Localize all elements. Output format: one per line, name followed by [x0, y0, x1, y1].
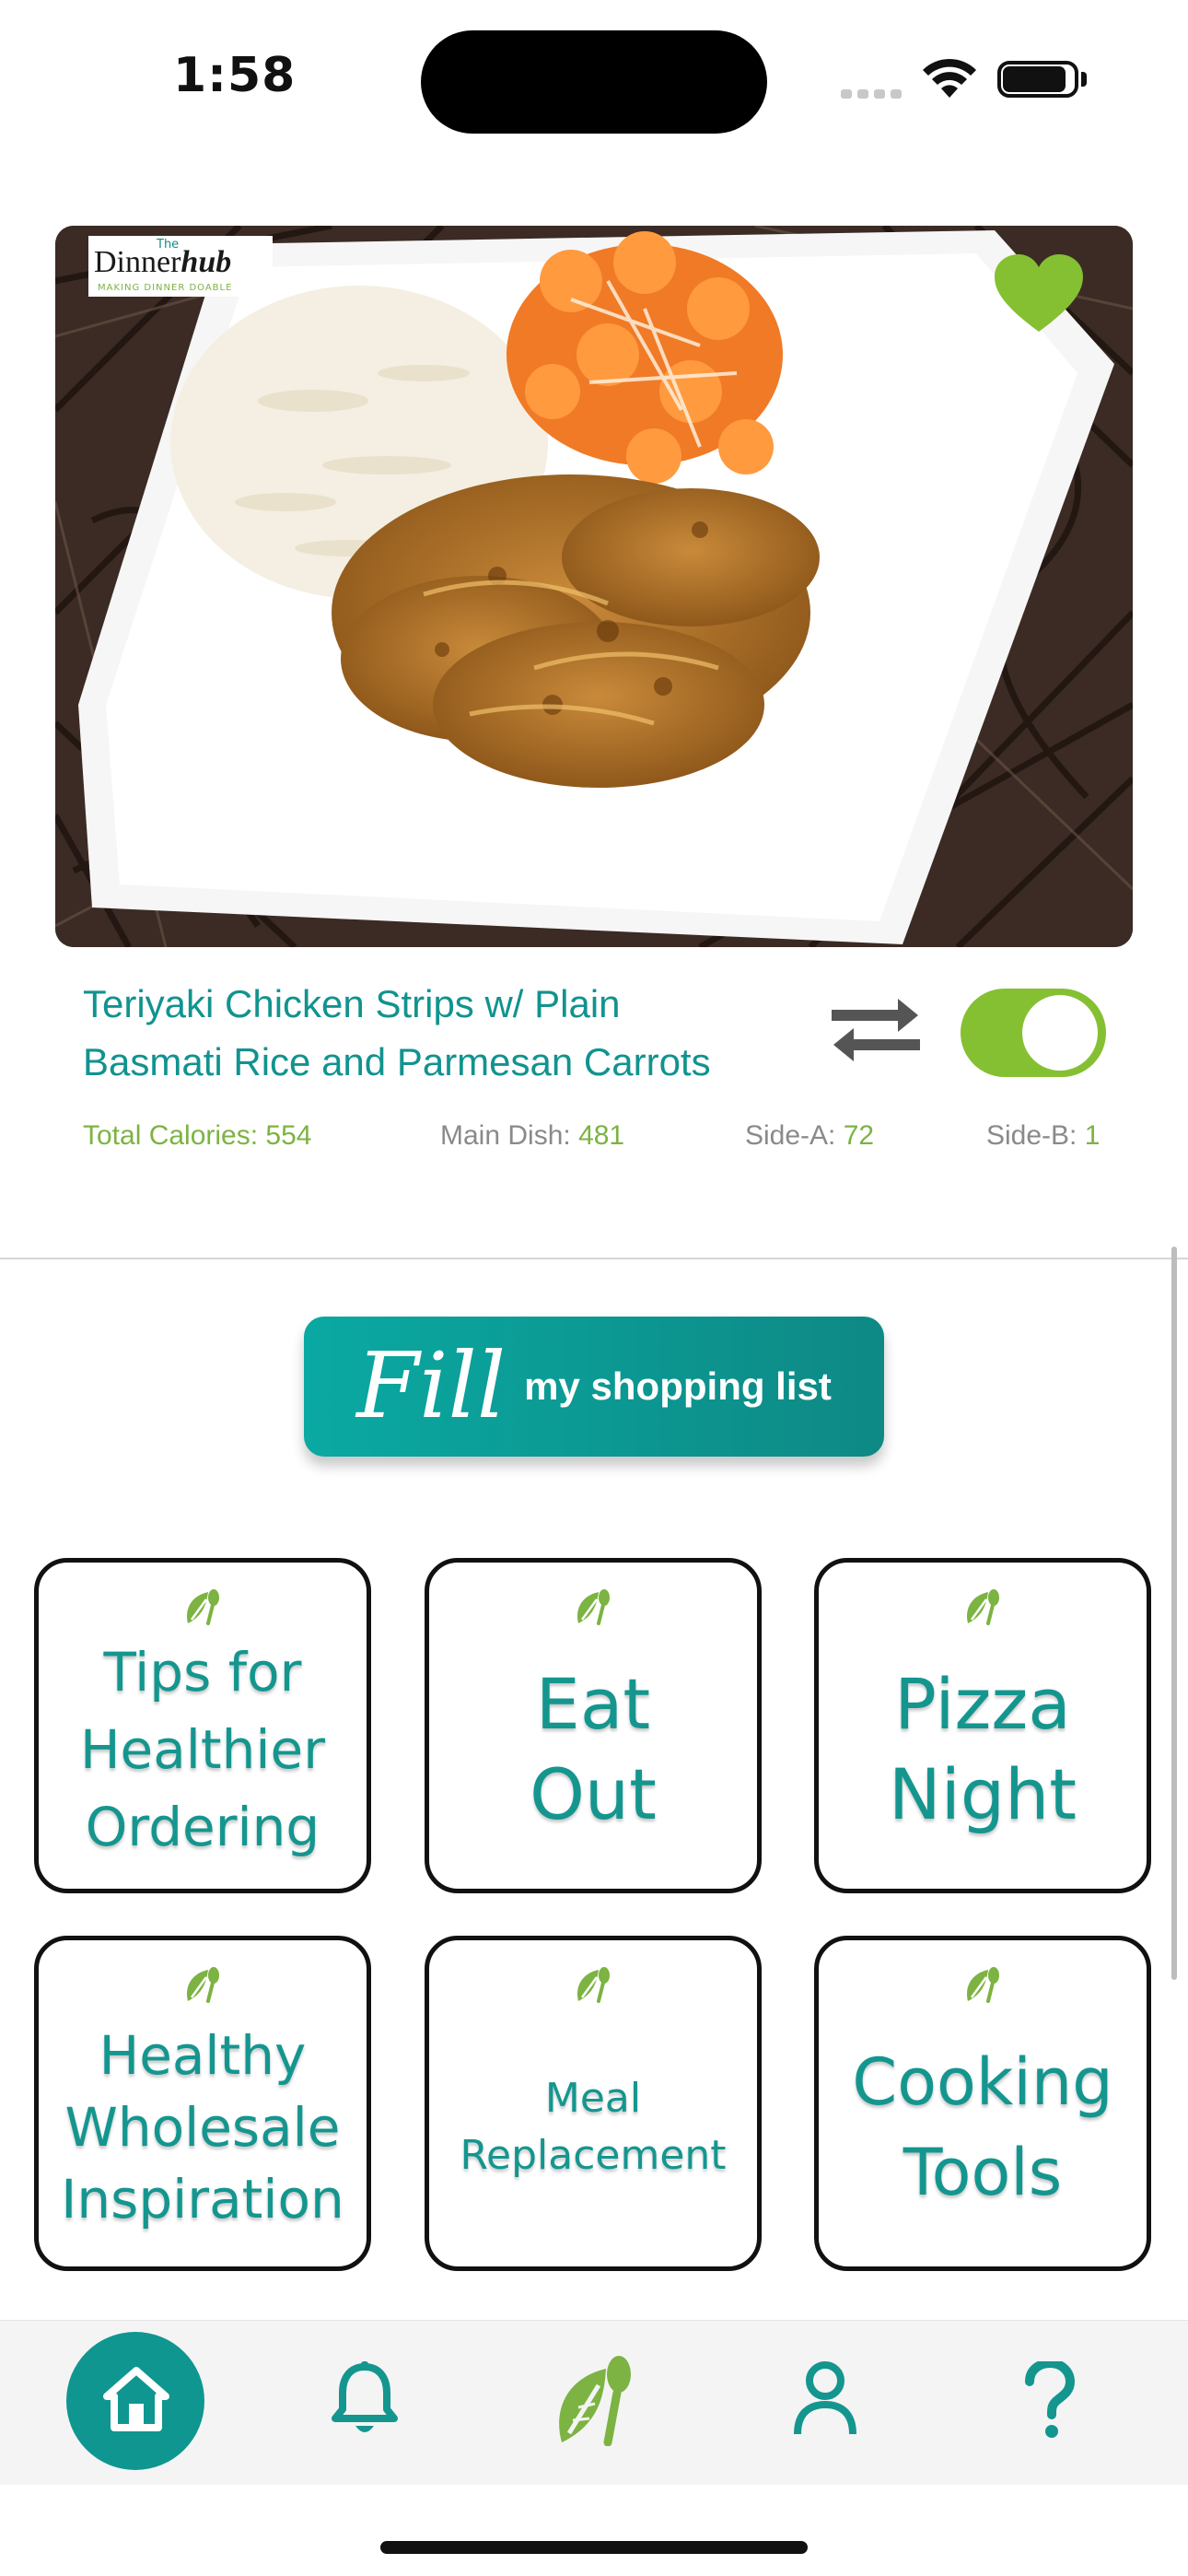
- status-time: 1:58: [173, 48, 297, 103]
- home-indicator[interactable]: [380, 2541, 808, 2554]
- leaf-spoon-icon: [966, 1589, 999, 1625]
- swap-arrows-icon[interactable]: [832, 993, 920, 1067]
- tile-meal-replacement[interactable]: Meal Replacement: [425, 1936, 762, 2271]
- meal-title[interactable]: Teriyaki Chicken Strips w/ Plain Basmati…: [83, 975, 783, 1091]
- dinnerhub-logo: The Dinnerhub MAKING DINNER DOABLE: [88, 236, 273, 297]
- fill-shopping-list-button[interactable]: Fill my shopping list: [304, 1317, 884, 1457]
- main-dish-calories: Main Dish: 481: [440, 1120, 625, 1151]
- leaf-spoon-icon: [577, 1967, 610, 2003]
- scrollbar[interactable]: [1171, 1247, 1177, 1980]
- section-divider: [0, 1258, 1188, 1259]
- total-calories: Total Calories: 554: [83, 1120, 312, 1151]
- tab-meals-leaf-spoon-icon[interactable]: [553, 2354, 635, 2446]
- leaf-spoon-icon: [186, 1967, 219, 2003]
- wifi-icon: [923, 58, 976, 98]
- dynamic-island: [421, 30, 767, 134]
- tile-tips-healthier-ordering[interactable]: Tips for Healthier Ordering: [34, 1558, 371, 1893]
- toggle-knob: [1022, 995, 1098, 1071]
- home-icon[interactable]: [103, 2367, 169, 2431]
- tile-healthy-wholesale-inspiration[interactable]: Healthy Wholesale Inspiration: [34, 1936, 371, 2271]
- side-a-calories: Side-A: 72: [745, 1120, 875, 1151]
- leaf-spoon-icon: [966, 1967, 999, 2003]
- tile-eat-out[interactable]: Eat Out: [425, 1558, 762, 1893]
- tile-pizza-night[interactable]: Pizza Night: [814, 1558, 1151, 1893]
- tab-profile-person-icon[interactable]: [792, 2360, 858, 2438]
- favorite-heart-icon[interactable]: [995, 254, 1083, 335]
- side-b-calories: Side-B: 1: [986, 1120, 1101, 1151]
- cellular-signal-icon: [841, 85, 907, 102]
- battery-level: [1003, 66, 1066, 92]
- leaf-spoon-icon: [186, 1589, 219, 1625]
- leaf-spoon-icon: [577, 1589, 610, 1625]
- tile-cooking-tools[interactable]: Cooking Tools: [814, 1936, 1151, 2271]
- tab-help-question-icon[interactable]: [1024, 2361, 1076, 2439]
- tab-notifications-bell-icon[interactable]: [332, 2361, 398, 2439]
- meal-photo[interactable]: [55, 226, 1133, 947]
- battery-tip: [1081, 72, 1087, 87]
